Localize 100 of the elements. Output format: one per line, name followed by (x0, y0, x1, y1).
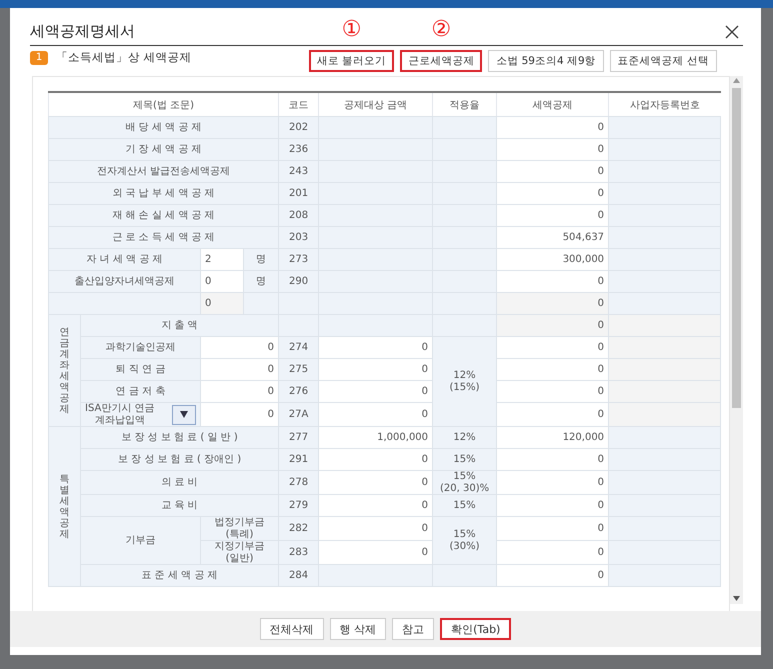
table-cell: 0 (318, 380, 433, 402)
scroll-down-icon[interactable] (733, 596, 740, 601)
table-cell: 0 (496, 160, 609, 182)
footer-button[interactable]: 확인(Tab) (440, 618, 512, 640)
column-header: 세액공제 (496, 92, 609, 116)
footer-button[interactable]: 참고 (392, 618, 434, 640)
table-cell: 278 (278, 470, 319, 494)
table-cell: 0 (496, 336, 609, 358)
table-cell: 243 (278, 160, 319, 182)
group-label: 연금계좌세액공제 (60, 326, 70, 414)
table-cell: 전자계산서 발급전송세액공제 (48, 160, 279, 182)
table-cell: 퇴 직 연 금 (80, 358, 200, 380)
table-cell: 0 (496, 470, 609, 494)
table-cell: 0 (318, 516, 433, 540)
table-cell: 276 (278, 380, 319, 402)
input-field[interactable]: 2 (200, 248, 244, 270)
table-cell: 120,000 (496, 426, 609, 448)
table-cell: 0 (200, 336, 279, 358)
table-cell: 0 (318, 494, 433, 516)
column-header: 제목(법 조문) (48, 92, 279, 116)
table-cell: 배 당 세 액 공 제 (48, 116, 279, 138)
table-cell: 275 (278, 358, 319, 380)
table-cell: 1,000,000 (318, 426, 433, 448)
table-cell: 27A (278, 402, 319, 426)
table-cell: 203 (278, 226, 319, 248)
table-cell: 0 (496, 402, 609, 426)
table-cell: 15% (20, 30)% (432, 470, 497, 494)
table-cell: 0 (496, 204, 609, 226)
footer-button[interactable]: 전체삭제 (260, 618, 324, 640)
table-cell: 0 (318, 336, 433, 358)
annotation-number: ② (431, 18, 452, 42)
table-cell: 290 (278, 270, 319, 292)
table-cell: 근 로 소 득 세 액 공 제 (48, 226, 279, 248)
table-cell: 208 (278, 204, 319, 226)
table-cell: 12% (15%) (432, 336, 497, 426)
column-header: 사업자등록번호 (608, 92, 721, 116)
table-cell: 0 (496, 314, 609, 336)
table-cell: 236 (278, 138, 319, 160)
table-cell: 외 국 납 부 세 액 공 제 (48, 182, 279, 204)
dialog-title: 세액공제명세서 (30, 22, 135, 41)
table-cell: 지 출 액 (80, 314, 279, 336)
table-cell: 표 준 세 액 공 제 (80, 564, 279, 586)
table-cell: 300,000 (496, 248, 609, 270)
table-cell: 교 육 비 (80, 494, 279, 516)
annotation-number: ① (342, 18, 362, 42)
table-cell: 0 (318, 540, 433, 564)
table-cell: 279 (278, 494, 319, 516)
table-cell: 277 (278, 426, 319, 448)
table-cell: 의 료 비 (80, 470, 279, 494)
table-cell: 0 (496, 138, 609, 160)
table-cell: 0 (496, 380, 609, 402)
table-cell: 0 (496, 116, 609, 138)
table-cell: 0 (200, 292, 244, 314)
section-number: 1 (30, 50, 48, 64)
table-cell: 202 (278, 116, 319, 138)
table-cell: 0 (318, 448, 433, 470)
toolbar-button[interactable]: 소법 59조의4 제9항 (488, 50, 604, 72)
scrollbar[interactable] (730, 76, 743, 604)
table-cell: 0 (496, 564, 609, 586)
caret-icon (180, 411, 188, 418)
table-cell: 자 녀 세 액 공 제 (48, 248, 200, 270)
input-field[interactable]: 0 (200, 270, 244, 292)
table-cell: 0 (496, 540, 609, 564)
table-cell: 282 (278, 516, 319, 540)
table-cell: 재 해 손 실 세 액 공 제 (48, 204, 279, 226)
table-cell: 과학기술인공제 (80, 336, 200, 358)
table-cell: 명 (244, 248, 279, 270)
table-cell: 기부금 (80, 516, 200, 564)
table-cell: 0 (496, 270, 609, 292)
table-cell: 0 (318, 358, 433, 380)
table-cell: 명 (244, 270, 279, 292)
table-cell: 0 (200, 402, 279, 426)
table-cell: 0 (318, 402, 433, 426)
table-cell: 연 금 저 축 (80, 380, 200, 402)
column-header: 코드 (278, 92, 319, 116)
table-cell: 504,637 (496, 226, 609, 248)
table-cell: 15% (30%) (432, 516, 497, 564)
table-cell: 201 (278, 182, 319, 204)
table-cell: 284 (278, 564, 319, 586)
table-cell: 0 (496, 494, 609, 516)
group-label: 특별세액공제 (60, 474, 70, 540)
table-cell: 274 (278, 336, 319, 358)
close-icon[interactable] (725, 24, 739, 38)
table-cell: 0 (200, 380, 279, 402)
column-header: 공제대상 금액 (318, 92, 433, 116)
table-cell: 기 장 세 액 공 제 (48, 138, 279, 160)
footer-button[interactable]: 행 삭제 (330, 618, 386, 640)
table-cell: 출산입양자녀세액공제 (48, 270, 200, 292)
table-cell: 273 (278, 248, 319, 270)
table-cell: 0 (496, 516, 609, 540)
table-cell: 0 (496, 448, 609, 470)
toolbar-button[interactable]: 표준세액공제 선택 (610, 50, 717, 72)
table-cell: 보 장 성 보 험 료 ( 장애인 ) (80, 448, 279, 470)
dropdown-button[interactable] (172, 404, 196, 424)
table-cell: 지정기부금 (일반) (200, 540, 279, 564)
table-cell: 법정기부금 (특례) (200, 516, 279, 540)
table-cell: 0 (200, 358, 279, 380)
table-cell: 12% (432, 426, 497, 448)
table-cell: 0 (496, 358, 609, 380)
table-cell: 0 (496, 292, 609, 314)
